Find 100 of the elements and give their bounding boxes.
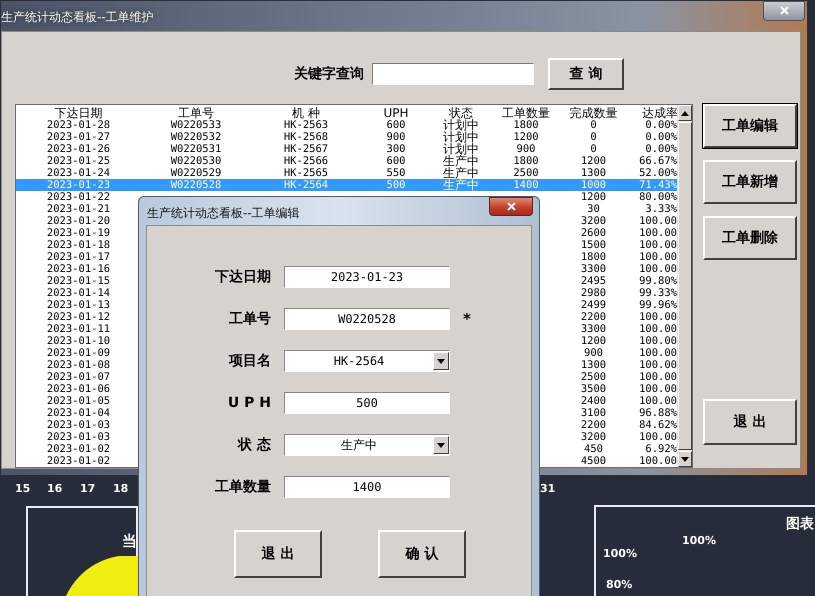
table-cell-text: 2023-01-22 [46, 191, 112, 203]
dialog-button[interactable]: 退 出 [234, 530, 322, 578]
table-cell-text: HK-2568 [282, 131, 330, 143]
table-cell-text: 2023-01-18 [46, 239, 112, 251]
table-cell-text: 1800 [512, 119, 540, 131]
input-field[interactable]: 1400 [284, 476, 450, 498]
table-cell-text: 2499 [580, 299, 608, 311]
table-cell-text: 2023-01-14 [46, 287, 112, 299]
table-cell-text: 2023-01-27 [46, 131, 112, 143]
table-cell-text: 100.00 [638, 239, 677, 251]
column-header: 工单数量 [501, 107, 551, 119]
column-header: 下达日期 [54, 107, 104, 119]
column-header: 工单号 [177, 107, 215, 119]
table-cell-text: 96.88% [638, 407, 677, 419]
action-button[interactable]: 工单编辑 [703, 104, 797, 148]
table-cell-text: 2023-01-09 [46, 347, 112, 359]
table-cell-text: 30 [586, 203, 601, 215]
chart-title: 图表 [786, 515, 814, 533]
table-cell-text: 2023-01-20 [46, 215, 112, 227]
dropdown-field[interactable]: HK-2564 [284, 350, 450, 372]
table-cell-text: 2023-01-03 [46, 419, 112, 431]
table-cell-text: 300 [386, 143, 406, 155]
table-cell-text: 71.43% [638, 179, 677, 191]
table-cell-text: 99.96% [638, 299, 677, 311]
search-label: 关键字查询 [294, 65, 364, 83]
table-cell-text: 1000 [580, 179, 608, 191]
table-cell-text: 2023-01-11 [46, 323, 112, 335]
close-button[interactable] [489, 197, 533, 216]
table-cell-text: HK-2564 [282, 179, 330, 191]
table-cell-text: 99.33% [638, 287, 677, 299]
action-button[interactable]: 工单删除 [703, 216, 797, 260]
field-label: U P H [226, 395, 271, 411]
table-cell-text: 1300 [580, 359, 608, 371]
caret-icon [437, 358, 445, 364]
column-header: 达成率 [641, 107, 677, 119]
input-field[interactable]: 2023-01-23 [284, 266, 450, 288]
scroll-up-icon [681, 110, 689, 116]
table-cell-text: 100.00 [638, 431, 677, 443]
table-cell-text: 2200 [580, 419, 608, 431]
table-cell-text: 2023-01-04 [46, 407, 112, 419]
column-header: 状态 [449, 107, 473, 119]
table-cell-text: 0 [589, 143, 598, 155]
table-cell-text: 6.92% [644, 443, 677, 455]
table-cell-text: 100.00 [638, 335, 677, 347]
table-cell-text: 1200 [512, 131, 540, 143]
table-cell-text: 1800 [512, 155, 540, 167]
action-button[interactable]: 工单新增 [703, 160, 797, 204]
table-cell-text: 100.00 [638, 359, 677, 371]
table-cell-text: 2500 [580, 371, 608, 383]
table-cell-text: 2023-01-26 [46, 143, 112, 155]
scroll-down-icon [681, 456, 689, 462]
table-cell-text: 0 [589, 131, 598, 143]
table-cell-text: 2023-01-13 [46, 299, 112, 311]
table-cell-text: 计划中 [442, 131, 480, 143]
search-button[interactable]: 查 询 [548, 58, 624, 90]
table-cell-text: 2980 [580, 287, 608, 299]
table-cell-text: 0.00% [644, 119, 677, 131]
table-cell-text: 2023-01-19 [46, 227, 112, 239]
table-cell-text: 0.00% [644, 131, 677, 143]
input-field[interactable]: W0220528 [284, 308, 450, 330]
table-cell-text: 100.00 [638, 383, 677, 395]
table-cell-text: 3300 [580, 323, 608, 335]
table-cell-text: 3200 [580, 215, 608, 227]
table-cell-text: 3500 [580, 383, 608, 395]
scrollbar[interactable] [677, 105, 692, 467]
list-row[interactable]: 2023-01-27 W0220532 HK-2568 900 计划中 1200 0 0.00% [16, 131, 677, 143]
caret-icon [437, 442, 445, 448]
column-header: 机 种 [291, 107, 321, 119]
table-cell-text: 2500 [512, 167, 540, 179]
table-cell-text: W0220531 [170, 143, 222, 155]
window-title: 生产统计动态看板--工单维护 [1, 9, 154, 26]
table-cell-text: 100.00 [638, 395, 677, 407]
exit-button[interactable]: 退 出 [703, 399, 797, 445]
list-row[interactable]: 2023-01-28 W0220533 HK-2563 600 计划中 1800 0 0.00% [16, 119, 677, 131]
dropdown-field[interactable]: 生产中 [284, 434, 450, 456]
table-cell-text: 生产中 [442, 155, 480, 167]
day-label: 16 [47, 482, 62, 495]
field-label: 项目名 [228, 352, 271, 370]
close-button[interactable] [763, 1, 805, 21]
table-cell-text: 3.33% [644, 203, 677, 215]
table-cell-text: 100.00 [638, 323, 677, 335]
table-cell-text: W0220532 [170, 131, 222, 143]
table-cell-text: 0 [589, 119, 598, 131]
table-cell-text: 生产中 [442, 167, 480, 179]
dialog-button[interactable]: 确 认 [378, 530, 466, 578]
search-field[interactable] [372, 63, 534, 85]
dialog-title: 生产统计动态看板--工单编辑 [147, 205, 300, 222]
column-header: 完成数量 [568, 107, 618, 119]
panel-title: 当 [122, 532, 137, 551]
list-row[interactable]: 2023-01-24 W0220529 HK-2565 550 生产中 2500 1300 52.00% [16, 167, 677, 179]
list-row[interactable]: 2023-01-25 W0220530 HK-2566 600 生产中 1800 1200 66.67% [16, 155, 677, 167]
list-row[interactable]: 2023-01-26 W0220531 HK-2567 300 计划中 900 0 0.00% [16, 143, 677, 155]
table-cell-text: 900 [516, 143, 536, 155]
table-cell-text: 2023-01-07 [46, 371, 112, 383]
table-cell-text: 2495 [580, 275, 608, 287]
table-cell-text: 1200 [580, 191, 608, 203]
table-cell-text: 2023-01-10 [46, 335, 112, 347]
input-field[interactable]: 500 [284, 392, 450, 414]
day-label: 31 [540, 482, 556, 495]
table-cell-text: 4500 [580, 455, 608, 467]
